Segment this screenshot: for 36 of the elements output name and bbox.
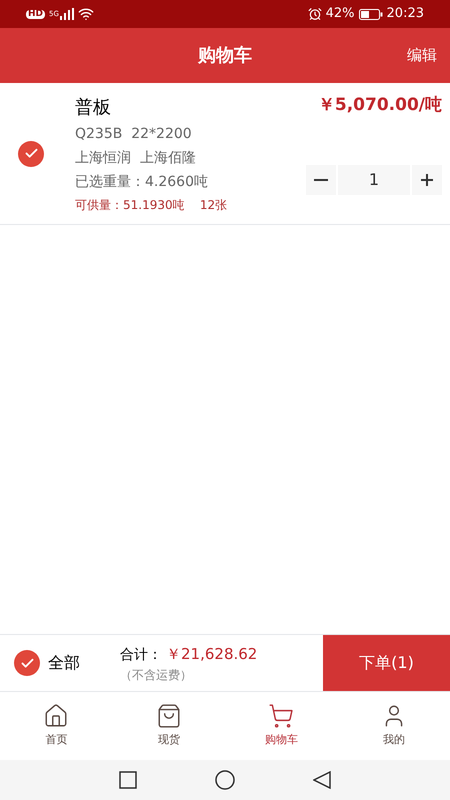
shipping-note: （不含运费） — [120, 666, 193, 684]
alarm-icon — [308, 7, 322, 21]
battery-percent: 42% — [326, 5, 355, 24]
total-amount: ￥21,628.62 — [166, 644, 258, 664]
nav-tab[interactable]: 我的 — [338, 703, 450, 749]
home-icon — [43, 703, 70, 730]
edit-button[interactable]: 编辑 — [407, 44, 437, 67]
clock: 20:23 — [386, 5, 424, 24]
page-title: 购物车 — [198, 44, 252, 68]
select-all-label: 全部 — [48, 652, 80, 674]
decrease-button[interactable] — [306, 164, 336, 194]
plus-icon — [421, 174, 433, 186]
unit-price: ￥5,070.00/吨 — [318, 94, 442, 117]
recent-apps-icon[interactable] — [119, 771, 137, 789]
product-spec: Q235B 22*2200 — [75, 124, 193, 144]
product-name: 普板 — [75, 96, 112, 120]
cart-icon — [268, 703, 294, 730]
nav-tab[interactable]: 首页 — [0, 703, 112, 749]
minus-icon — [314, 178, 328, 180]
selected-weight: 已选重量：4.2660吨 — [75, 172, 209, 192]
quantity-field[interactable]: 1 — [338, 164, 410, 194]
submit-order-button[interactable]: 下单(1) — [323, 635, 450, 691]
nav-tab[interactable]: 现货 — [112, 703, 225, 749]
battery-icon — [358, 8, 383, 20]
back-icon[interactable] — [313, 771, 331, 789]
checkbox[interactable] — [14, 650, 40, 676]
home-circle-icon[interactable] — [215, 770, 235, 790]
total-label: 合计： — [120, 646, 162, 664]
increase-button[interactable] — [412, 164, 442, 194]
nav-tab[interactable]: 购物车 — [225, 703, 338, 749]
bag-icon — [156, 703, 182, 730]
checkbox[interactable] — [18, 140, 44, 166]
wifi-icon — [78, 6, 94, 22]
product-vendor: 上海恒润 上海佰隆 — [75, 148, 197, 168]
supply-amount: 可供量：51.1930吨 12张 — [75, 196, 228, 214]
signal-icon — [60, 8, 74, 20]
